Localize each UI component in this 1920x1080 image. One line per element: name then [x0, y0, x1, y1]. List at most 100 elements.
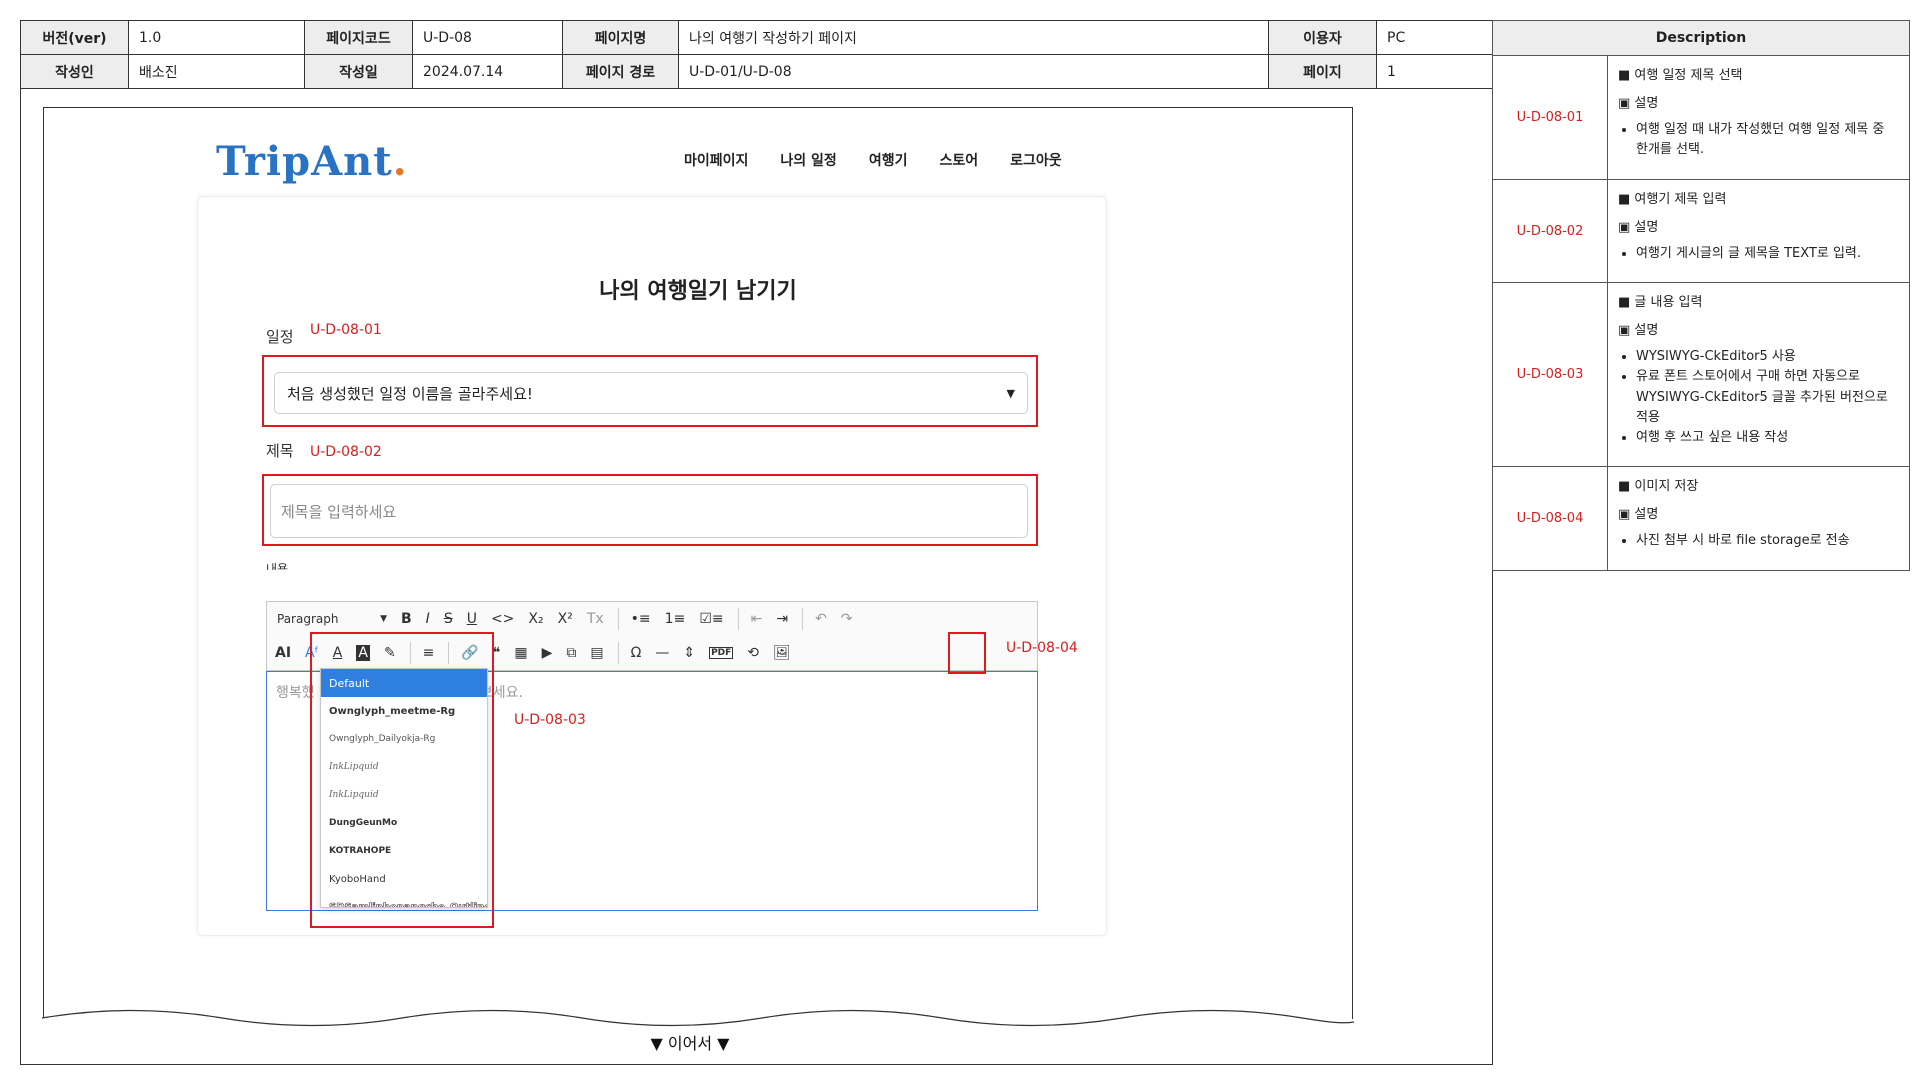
title-input-placeholder: 제목을 입력하세요: [281, 502, 397, 521]
code-button[interactable]: <>: [491, 611, 514, 627]
desc-id-01: U-D-08-01: [1492, 55, 1608, 180]
path-label: 페이지 경로: [562, 54, 679, 89]
annotation-04: U-D-08-04: [1006, 640, 1078, 656]
code-block-icon[interactable]: ▤: [590, 645, 603, 661]
schedule-select[interactable]: 처음 생성했던 일정 이름을 골라주세요! ▼: [274, 372, 1028, 414]
html-embed-icon[interactable]: ⧉: [566, 645, 576, 661]
desc-sub-04: ▣ 설명: [1618, 507, 1659, 523]
user-label: 이용자: [1268, 20, 1377, 55]
nav-store[interactable]: 스토어: [939, 150, 978, 170]
annotation-box-03: [310, 632, 494, 928]
toolbar-separator: [737, 608, 739, 630]
site-logo[interactable]: TripAnt.: [216, 138, 408, 185]
title-label: 제목: [266, 442, 294, 460]
strikethrough-button[interactable]: S: [444, 611, 453, 627]
nav-logout[interactable]: 로그아웃: [1010, 150, 1062, 170]
import-word-icon[interactable]: ⟲: [747, 645, 759, 661]
desc-list-03: WYSIWYG-CkEditor5 사용 유료 폰트 스토어에서 구매 하면 자…: [1618, 347, 1899, 448]
desc-sub-01: ▣ 설명: [1618, 96, 1659, 112]
outdent-button[interactable]: ⇤: [751, 611, 763, 627]
page-name-value: 나의 여행기 작성하기 페이지: [678, 20, 1269, 55]
page-break-icon[interactable]: ⇕: [683, 645, 695, 661]
author-label: 작성인: [20, 54, 129, 89]
desc-id-03: U-D-08-03: [1492, 282, 1608, 467]
nav-mypage[interactable]: 마이페이지: [684, 150, 748, 170]
author-value: 배소진: [128, 54, 305, 89]
version-value: 1.0: [128, 20, 305, 55]
toolbar-separator: [617, 642, 619, 664]
meta-table: 버전(ver) 1.0 페이지코드 U-D-08 페이지명 나의 여행기 작성하…: [20, 20, 1493, 89]
paragraph-select[interactable]: Paragraph ▼: [277, 612, 387, 626]
undo-button[interactable]: ↶: [815, 611, 827, 627]
title-input[interactable]: 제목을 입력하세요: [270, 484, 1028, 538]
annotation-box-04: [948, 632, 986, 674]
horizontal-line-icon[interactable]: —: [655, 645, 669, 661]
desc-bullet: 여행 후 쓰고 싶은 내용 작성: [1636, 428, 1899, 448]
desc-list-02: 여행기 게시글의 글 제목을 TEXT로 입력.: [1618, 244, 1899, 264]
desc-sub-03: ▣ 설명: [1618, 323, 1659, 339]
page-title: 나의 여행일기 남기기: [599, 279, 797, 304]
desc-bullet: 사진 첨부 시 바로 file storage로 전송: [1636, 531, 1899, 551]
desc-bullet: 여행기 게시글의 글 제목을 TEXT로 입력.: [1636, 244, 1899, 264]
desc-body-03: ■ 글 내용 입력 ▣ 설명 WYSIWYG-CkEditor5 사용 유료 폰…: [1607, 282, 1910, 467]
user-value: PC: [1376, 20, 1493, 55]
desc-body-04: ■ 이미지 저장 ▣ 설명 사진 첨부 시 바로 file storage로 전…: [1607, 466, 1910, 571]
schedule-label: 일정: [266, 328, 294, 346]
todo-list-button[interactable]: ☑≡: [699, 611, 723, 627]
indent-button[interactable]: ⇥: [776, 611, 788, 627]
desc-body-01: ■ 여행 일정 제목 선택 ▣ 설명 여행 일정 때 내가 작성했던 여행 일정…: [1607, 55, 1910, 180]
special-characters-icon[interactable]: Ω: [631, 645, 642, 661]
chevron-down-icon: ▼: [380, 614, 387, 624]
underline-button[interactable]: U: [467, 611, 477, 627]
path-value: U-D-01/U-D-08: [678, 54, 1269, 89]
desc-bullet: 유료 폰트 스토어에서 구매 하면 자동으로 WYSIWYG-CkEditor5…: [1636, 367, 1899, 427]
annotation-02: U-D-08-02: [310, 444, 382, 460]
schedule-select-value: 처음 생성했던 일정 이름을 골라주세요!: [287, 384, 533, 403]
page-name-label: 페이지명: [562, 20, 679, 55]
date-value: 2024.07.14: [412, 54, 563, 89]
continue-marker: ▼ 이어서 ▼: [650, 1034, 730, 1053]
desc-list-04: 사진 첨부 시 바로 file storage로 전송: [1618, 531, 1899, 551]
top-nav: 마이페이지 나의 일정 여행기 스토어 로그아웃: [684, 150, 1062, 170]
description-header: Description: [1492, 20, 1910, 56]
desc-title-04: ■ 이미지 저장: [1618, 479, 1699, 494]
chevron-down-icon: ▼: [1006, 386, 1015, 400]
bulleted-list-button[interactable]: •≡: [631, 611, 651, 627]
desc-id-02: U-D-08-02: [1492, 179, 1608, 283]
page-value: 1: [1376, 54, 1493, 89]
desc-body-02: ■ 여행기 제목 입력 ▣ 설명 여행기 게시글의 글 제목을 TEXT로 입력…: [1607, 179, 1910, 283]
page-code-label: 페이지코드: [304, 20, 413, 55]
redo-button[interactable]: ↷: [841, 611, 853, 627]
table-icon[interactable]: ▦: [514, 645, 527, 661]
desc-bullet: 여행 일정 때 내가 작성했던 여행 일정 제목 중 한개를 선택.: [1636, 120, 1899, 160]
desc-list-01: 여행 일정 때 내가 작성했던 여행 일정 제목 중 한개를 선택.: [1618, 120, 1899, 160]
export-pdf-icon[interactable]: PDF: [709, 647, 734, 659]
screen-mockup: TripAnt. 마이페이지 나의 일정 여행기 스토어 로그아웃 나의 여행일…: [43, 107, 1353, 1019]
desc-sub-02: ▣ 설명: [1618, 220, 1659, 236]
toolbar-separator: [617, 608, 619, 630]
italic-button[interactable]: I: [426, 611, 430, 627]
superscript-button[interactable]: X²: [558, 611, 573, 627]
editor-placeholder-left: 행복했: [276, 685, 315, 701]
subscript-button[interactable]: X₂: [528, 611, 543, 627]
ai-button[interactable]: AI: [275, 645, 291, 661]
date-label: 작성일: [304, 54, 413, 89]
desc-bullet: WYSIWYG-CkEditor5 사용: [1636, 347, 1899, 367]
nav-travelogue[interactable]: 여행기: [869, 150, 908, 170]
bold-button[interactable]: B: [401, 611, 412, 627]
nav-my-schedule[interactable]: 나의 일정: [780, 150, 836, 170]
version-label: 버전(ver): [20, 20, 129, 55]
toolbar-row-1: Paragraph ▼ B I S U <> X₂ X² Tx •≡ 1≡ ☑≡ …: [277, 602, 867, 636]
annotation-03: U-D-08-03: [514, 712, 586, 728]
desc-title-02: ■ 여행기 제목 입력: [1618, 192, 1727, 207]
media-embed-icon[interactable]: ▶: [542, 645, 553, 661]
numbered-list-button[interactable]: 1≡: [665, 611, 686, 627]
toolbar-separator: [802, 608, 804, 630]
remove-format-button[interactable]: Tx: [587, 611, 604, 627]
image-upload-icon[interactable]: 🖼: [773, 645, 791, 661]
desc-title-01: ■ 여행 일정 제목 선택: [1618, 68, 1743, 83]
page-label: 페이지: [1268, 54, 1377, 89]
page-code-value: U-D-08: [412, 20, 563, 55]
content-label: 내용: [266, 562, 289, 570]
description-panel: Description U-D-08-01 ■ 여행 일정 제목 선택 ▣ 설명…: [1492, 20, 1910, 571]
